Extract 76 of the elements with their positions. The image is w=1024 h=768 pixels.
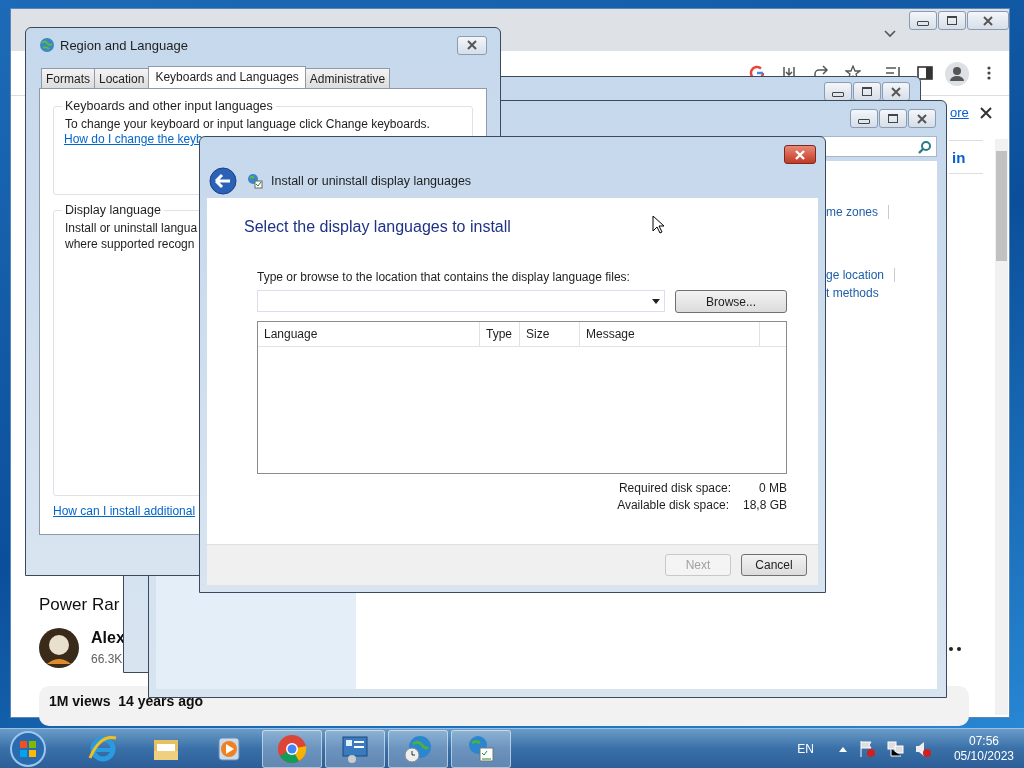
- close-icon: [890, 86, 902, 97]
- taskbar-button[interactable]: [451, 729, 511, 768]
- close-icon: [916, 113, 928, 124]
- column-header[interactable]: Language: [258, 322, 480, 346]
- description-text: To change your keyboard or input language click Change keyboards.: [64, 116, 430, 132]
- group-title: Display language: [64, 203, 162, 217]
- minimize-button[interactable]: [909, 11, 937, 30]
- disk-space-value: 0 MB: [758, 481, 787, 495]
- column-header[interactable]: Size: [520, 322, 580, 346]
- scrollbar[interactable]: [995, 139, 1008, 715]
- profile-avatar-icon[interactable]: [945, 62, 969, 86]
- video-stats: 1M views 14 years ago: [49, 693, 204, 709]
- taskbar-button[interactable]: [325, 729, 385, 768]
- channel-avatar[interactable]: [39, 628, 79, 668]
- maximize-button[interactable]: [938, 11, 966, 30]
- maximize-button[interactable]: [879, 109, 907, 128]
- globe-checklist-icon: [247, 173, 263, 189]
- description-text: where supported recogn: [65, 236, 195, 252]
- tab[interactable]: Formats: [41, 68, 95, 88]
- close-button[interactable]: [784, 145, 816, 164]
- menu-icon[interactable]: [986, 65, 992, 81]
- search-icon: [918, 139, 932, 154]
- settings-link[interactable]: me zones: [826, 205, 879, 219]
- chevron-down-icon[interactable]: [883, 29, 897, 39]
- banner-link[interactable]: ore: [950, 105, 969, 120]
- start-button[interactable]: [9, 729, 47, 768]
- clock-date[interactable]: 05/10/2023: [953, 748, 1014, 764]
- chrome-icon: [277, 733, 307, 764]
- settings-link[interactable]: ge location: [826, 268, 885, 282]
- taskbar-button[interactable]: [388, 729, 448, 768]
- tab[interactable]: Location: [94, 68, 150, 88]
- tab[interactable]: Administrative: [304, 68, 391, 88]
- close-icon: [982, 15, 994, 26]
- disk-space-value: 18,8 GB: [742, 498, 787, 512]
- minimize-button[interactable]: [850, 109, 878, 128]
- close-button[interactable]: [457, 35, 487, 55]
- window-title: Region and Language: [60, 37, 188, 53]
- ie-icon: [88, 733, 118, 764]
- taskbar-button[interactable]: [262, 729, 322, 768]
- caret-icon: [652, 298, 660, 304]
- field-label: Type or browse to the location that contains the display language files:: [257, 270, 630, 284]
- settings-link[interactable]: t methods: [826, 286, 879, 300]
- close-button[interactable]: [967, 11, 1009, 30]
- control-panel-icon: [340, 733, 370, 764]
- group-title: Keyboards and other input languages: [64, 99, 274, 113]
- subscriber-count: 66.3K: [91, 652, 123, 666]
- back-button[interactable]: [209, 167, 237, 195]
- flag-icon[interactable]: [857, 739, 876, 758]
- globe-clock-icon: [403, 733, 433, 764]
- close-icon: [466, 40, 478, 50]
- channel-name[interactable]: Alex: [91, 629, 125, 647]
- more-icon[interactable]: [947, 645, 963, 653]
- column-header[interactable]: Message: [580, 322, 760, 346]
- close-icon: [794, 149, 806, 160]
- browse-button[interactable]: Browse...: [675, 290, 787, 313]
- close-icon[interactable]: [979, 106, 993, 120]
- close-button[interactable]: [908, 109, 936, 128]
- language-indicator[interactable]: EN: [797, 741, 814, 756]
- video-title: Power Rar: [39, 595, 120, 615]
- globe-checklist-icon: [466, 733, 496, 764]
- wizard-button[interactable]: Cancel: [741, 554, 807, 576]
- page-heading: Select the display languages to install: [244, 218, 511, 236]
- globe-icon: [39, 37, 55, 53]
- clock-time[interactable]: 07:56: [968, 733, 999, 749]
- window-title: Install or uninstall display languages: [271, 174, 472, 188]
- column-header[interactable]: Type: [480, 322, 520, 346]
- muted-speaker-icon[interactable]: [913, 739, 932, 758]
- sign-in-button[interactable]: in: [949, 140, 983, 174]
- description-text: Install or uninstall langua: [65, 220, 198, 236]
- disk-space-label: Available disk space:: [617, 498, 729, 512]
- disk-space-label: Required disk space:: [618, 481, 731, 495]
- network-icon[interactable]: [885, 739, 904, 758]
- side-panel-icon[interactable]: [917, 65, 933, 81]
- mouse-pointer-icon: [652, 215, 666, 235]
- help-link[interactable]: How can I install additional: [53, 504, 196, 518]
- tab[interactable]: Keyboards and Languages: [148, 66, 306, 89]
